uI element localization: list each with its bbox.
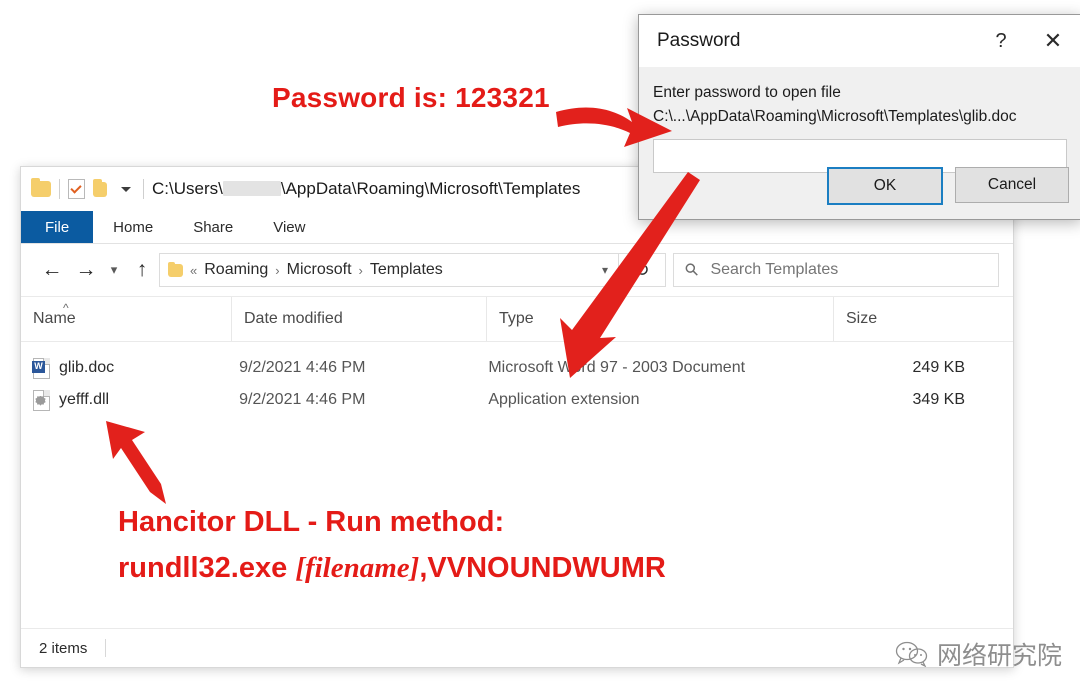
wechat-icon (895, 641, 928, 667)
annotation-dll-line2: rundll32.exe [filename],VVNOUNDWUMR (118, 552, 666, 585)
annotation-dll-filename: [filename] (295, 552, 420, 584)
annotation-dll-export: ,VVNOUNDWUMR (419, 552, 666, 584)
annotation-dll-command: rundll32.exe (118, 552, 296, 584)
watermark-text: 网络研究院 (936, 643, 1062, 670)
annotation-dll-line1: Hancitor DLL - Run method: (118, 506, 505, 538)
annotation-password-note: Password is: 123321 (272, 82, 550, 113)
watermark: 网络研究院 (895, 636, 1062, 672)
